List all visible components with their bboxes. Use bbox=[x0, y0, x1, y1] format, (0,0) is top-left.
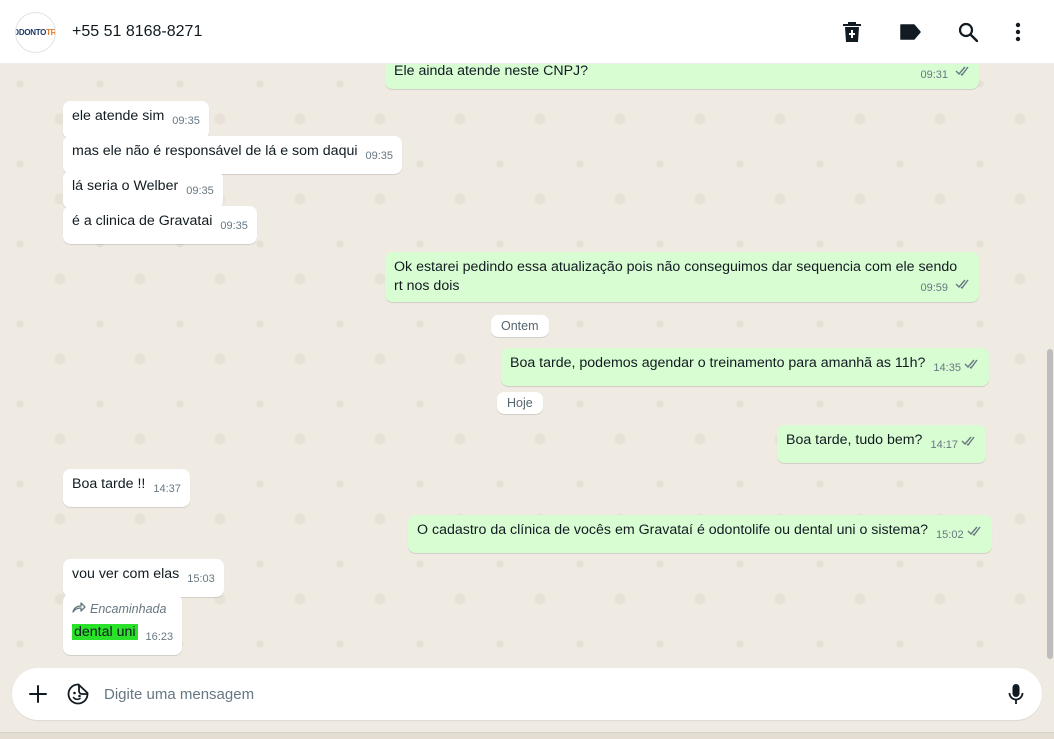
message-time: 09:35 bbox=[365, 150, 394, 162]
sticker-icon[interactable] bbox=[66, 682, 90, 706]
day-chip-today: Hoje bbox=[497, 392, 543, 414]
double-check-icon bbox=[955, 276, 971, 295]
window-bottom-edge bbox=[0, 732, 1054, 739]
message-text: Boa tarde !! bbox=[72, 476, 146, 492]
chat-messages-pane[interactable]: Ele ainda atende neste CNPJ? 09:31 ele a… bbox=[0, 64, 1054, 668]
message-input[interactable] bbox=[104, 682, 984, 706]
message-incoming[interactable]: mas ele não é responsável de lá e som da… bbox=[63, 136, 403, 174]
message-time: 15:03 bbox=[187, 573, 215, 585]
double-check-icon bbox=[955, 64, 971, 82]
avatar-logo: ODONTOTRI bbox=[15, 28, 56, 37]
chat-scrollbar[interactable] bbox=[1047, 349, 1053, 659]
message-text: Ok estarei pedindo essa atualização pois… bbox=[394, 259, 958, 294]
message-incoming[interactable]: é a clinica de Gravatai 09:35 bbox=[63, 206, 257, 244]
message-time: 09:59 bbox=[920, 282, 949, 294]
mic-icon[interactable] bbox=[1004, 682, 1028, 706]
label-icon[interactable] bbox=[898, 20, 922, 44]
message-text: é a clinica de Gravatai bbox=[72, 213, 213, 229]
avatar[interactable]: ODONTOTRI bbox=[15, 12, 56, 53]
message-outgoing[interactable]: Boa tarde, tudo bem? 14:17 bbox=[777, 425, 986, 463]
message-outgoing[interactable]: Ok estarei pedindo essa atualização pois… bbox=[385, 252, 979, 302]
message-outgoing[interactable]: Ele ainda atende neste CNPJ? 09:31 bbox=[385, 64, 979, 89]
message-time: 14:37 bbox=[153, 483, 181, 495]
plus-icon[interactable] bbox=[26, 682, 50, 706]
message-text: Boa tarde, tudo bem? bbox=[786, 432, 923, 448]
menu-dots-icon[interactable] bbox=[1006, 20, 1030, 44]
message-text: vou ver com elas bbox=[72, 566, 180, 582]
search-icon[interactable] bbox=[956, 20, 980, 44]
chat-header: ODONTOTRI +55 51 8168-8271 bbox=[0, 0, 1054, 64]
message-text: lá seria o Welber bbox=[72, 178, 179, 194]
message-time: 09:35 bbox=[186, 185, 214, 197]
double-check-icon bbox=[967, 523, 983, 542]
message-text: ele atende sim bbox=[72, 108, 165, 124]
message-text: Boa tarde, podemos agendar o treinamento… bbox=[510, 355, 926, 371]
composer-area bbox=[0, 668, 1054, 739]
forward-icon bbox=[72, 600, 86, 619]
day-chip-yesterday: Ontem bbox=[491, 315, 549, 337]
message-incoming[interactable]: lá seria o Welber 09:35 bbox=[63, 171, 223, 209]
message-time: 15:02 bbox=[936, 529, 964, 541]
forwarded-label: Encaminhada bbox=[72, 600, 173, 619]
contact-name[interactable]: +55 51 8168-8271 bbox=[72, 23, 202, 41]
message-time: 09:35 bbox=[172, 115, 200, 127]
message-time: 09:31 bbox=[920, 69, 949, 81]
delete-icon[interactable] bbox=[840, 20, 864, 44]
message-outgoing[interactable]: Boa tarde, podemos agendar o treinamento… bbox=[501, 348, 989, 386]
message-incoming[interactable]: Boa tarde !! 14:37 bbox=[63, 469, 190, 507]
message-incoming[interactable]: vou ver com elas 15:03 bbox=[63, 559, 224, 597]
message-text: Ele ainda atende neste CNPJ? bbox=[394, 64, 589, 79]
message-text: dental uni bbox=[72, 624, 138, 640]
message-text: mas ele não é responsável de lá e som da… bbox=[72, 143, 358, 159]
message-incoming-forwarded[interactable]: Encaminhada dental uni 16:23 bbox=[63, 594, 183, 655]
message-time: 14:35 bbox=[933, 362, 961, 374]
double-check-icon bbox=[964, 356, 980, 375]
message-outgoing[interactable]: O cadastro da clínica de vocês em Gravat… bbox=[408, 515, 992, 553]
message-time: 14:17 bbox=[930, 439, 958, 451]
double-check-icon bbox=[961, 433, 977, 452]
message-composer bbox=[12, 668, 1042, 720]
message-time: 09:35 bbox=[220, 220, 248, 232]
message-text: O cadastro da clínica de vocês em Gravat… bbox=[417, 522, 929, 538]
message-time: 16:23 bbox=[145, 631, 174, 643]
message-incoming[interactable]: ele atende sim 09:35 bbox=[63, 101, 209, 139]
